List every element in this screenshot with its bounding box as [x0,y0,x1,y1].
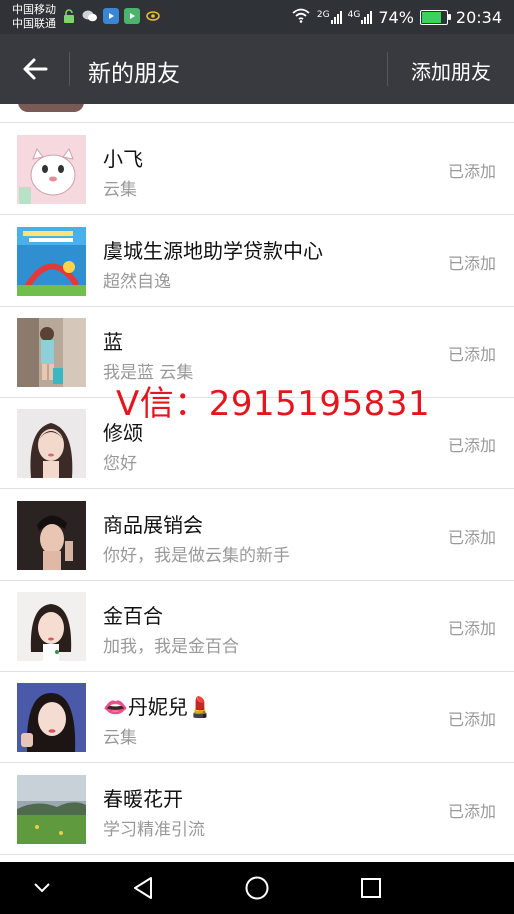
friend-message: 你好，我是做云集的新手 [103,546,290,566]
collapse-nav-button[interactable] [12,862,72,914]
signal-2g: 2G [317,10,342,24]
friend-message: 超然自逸 [103,272,171,292]
friend-name: 虞城生源地助学贷款中心 [103,239,323,263]
triangle-back-icon [134,877,152,899]
friend-message: 学习精准引流 [103,820,205,840]
page-title: 新的朋友 [88,61,180,87]
media-app-icon [124,8,140,24]
avatar [17,135,86,204]
carrier-info: 中国移动 中国联通 [12,3,56,31]
nav-back-button[interactable] [113,862,173,914]
lock-icon [61,8,77,24]
friend-name: 小飞 [103,147,143,171]
square-recents-icon [361,878,381,898]
signal-bars-icon [361,10,373,24]
friend-message: 您好 [103,454,137,474]
nav-recents-button[interactable] [341,862,401,914]
system-nav-bar [0,862,514,914]
friend-name: 商品展销会 [103,513,203,537]
signal-4g: 4G [348,10,373,24]
list-item-partial[interactable] [0,104,514,123]
status-bar: 中国移动 中国联通 2G 4G 74% 20:34 [0,0,514,34]
header-divider [69,52,70,86]
clock: 20:34 [455,7,502,27]
added-status: 已添加 [447,254,496,273]
avatar [17,592,86,661]
friend-name: 👄丹妮兒💄 [103,695,213,719]
back-button[interactable] [18,52,52,86]
friend-request-list: 小飞 云集 已添加 虞城生源地助学贷款中心 超然自逸 已添加 蓝 我是蓝 云集 … [0,104,514,862]
carrier-2: 中国联通 [12,17,56,30]
net-type-2: 4G [347,10,361,20]
added-status: 已添加 [447,345,496,364]
net-type-1: 2G [316,10,330,20]
status-right: 2G 4G 74% 20:34 [291,7,502,27]
eye-icon [145,8,161,24]
avatar [17,227,86,296]
friend-message: 加我，我是金百合 [103,637,239,657]
header-divider [387,52,388,86]
added-status: 已添加 [447,528,496,547]
signal-bars-icon [330,10,342,24]
video-app-icon [103,8,119,24]
watermark-text: V信：2915195831 [116,384,431,424]
added-status: 已添加 [447,619,496,638]
list-item[interactable]: 春暖花开 学习精准引流 已添加 [0,763,514,855]
battery-icon [419,9,451,25]
friend-name: 金百合 [103,604,163,628]
back-arrow-icon [23,58,48,80]
avatar [17,409,86,478]
chevron-down-icon [34,883,50,893]
list-item[interactable]: 虞城生源地助学贷款中心 超然自逸 已添加 [0,215,514,307]
notification-icons [61,8,161,24]
battery-fill [421,11,442,23]
list-item[interactable]: 👄丹妮兒💄 云集 已添加 [0,671,514,763]
added-status: 已添加 [447,162,496,181]
avatar [17,775,86,844]
list-item[interactable]: 金百合 加我，我是金百合 已添加 [0,580,514,672]
added-status: 已添加 [447,802,496,821]
friend-message: 云集 [103,180,137,200]
avatar [18,104,84,112]
added-status: 已添加 [447,710,496,729]
friend-message: 云集 [103,728,137,748]
friend-name: 春暖花开 [103,787,183,811]
nav-home-button[interactable] [227,862,287,914]
carrier-1: 中国移动 [12,3,56,16]
add-friend-button[interactable]: 添加朋友 [411,56,491,85]
battery-percent: 74% [378,7,414,27]
list-item[interactable]: 小飞 云集 已添加 [0,123,514,215]
app-header: 新的朋友 添加朋友 [0,34,514,104]
wechat-icon [82,8,98,24]
friend-name: 蓝 [103,330,123,354]
list-item[interactable]: 商品展销会 你好，我是做云集的新手 已添加 [0,489,514,581]
wifi-icon [291,7,311,27]
avatar [17,501,86,570]
circle-home-icon [245,876,269,900]
added-status: 已添加 [447,436,496,455]
avatar [17,683,86,752]
avatar [17,318,86,387]
